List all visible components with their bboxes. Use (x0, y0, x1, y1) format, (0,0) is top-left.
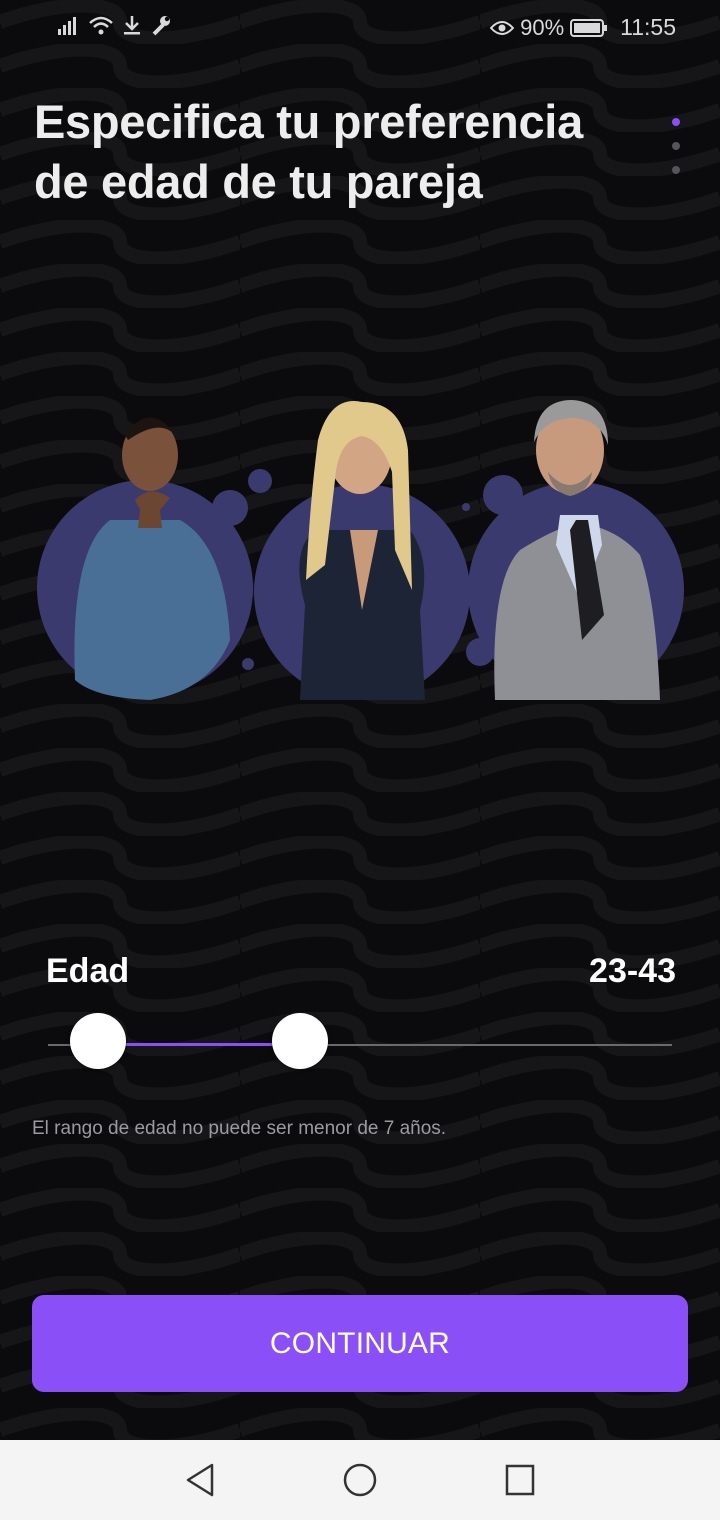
battery-percent: 90% (520, 14, 565, 40)
clock: 11:55 (620, 14, 676, 40)
age-slider-max-handle[interactable] (272, 1013, 328, 1069)
page-dot (672, 142, 680, 150)
page-dot-active (672, 118, 680, 126)
signal-icon (58, 17, 76, 35)
navigation-bar (0, 1440, 720, 1520)
page-title: Especifica tu preferencia de edad de tu … (34, 95, 583, 208)
page-dot (672, 166, 680, 174)
page-indicator (672, 118, 680, 190)
age-range-value: 23-43 (589, 952, 676, 990)
screen: 90% 11:55 Especifica tu preferencia de e… (0, 0, 720, 1520)
continue-button[interactable]: CONTINUAR (32, 1295, 688, 1392)
home-icon[interactable] (342, 1462, 378, 1498)
person-1-avatar (74, 417, 230, 700)
wifi-icon (89, 16, 113, 35)
status-bar: 90% 11:55 (0, 0, 720, 56)
age-slider-selected-range (98, 1043, 300, 1046)
eye-icon (490, 20, 515, 35)
avatars-illustration (37, 400, 684, 700)
wave-background (0, 0, 720, 1440)
age-slider-min-handle[interactable] (70, 1013, 126, 1069)
download-icon (124, 16, 140, 35)
battery-icon (570, 18, 608, 37)
person-2-avatar (299, 401, 425, 700)
age-range-hint: El rango de edad no puede ser menor de 7… (32, 1118, 447, 1139)
age-label: Edad (46, 952, 130, 990)
wrench-icon (152, 16, 170, 36)
back-icon[interactable] (184, 1462, 216, 1498)
recents-icon[interactable] (504, 1462, 536, 1498)
